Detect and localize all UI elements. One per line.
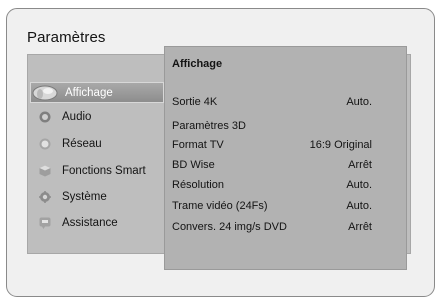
setting-label: Paramètres 3D [172, 120, 246, 132]
menu-item-label: Fonctions Smart [62, 165, 146, 177]
page-title: Paramètres [27, 29, 106, 46]
setting-label: Format TV [172, 139, 224, 151]
menu-item-systeme[interactable]: Système [33, 186, 163, 208]
setting-label: Sortie 4K [172, 96, 218, 108]
menu-item-label: Réseau [62, 138, 102, 150]
menu-item-audio[interactable]: Audio [33, 106, 163, 128]
setting-row-trame-video[interactable]: Trame vidéo (24Fs) Auto. [172, 197, 372, 215]
setting-row-convers-24-img[interactable]: Convers. 24 img/s DVD Arrêt [172, 218, 372, 236]
display-icon [31, 85, 59, 100]
menu-item-label: Affichage [65, 86, 113, 99]
setting-value: 16:9 Original [309, 139, 372, 151]
menu-item-label: Système [62, 191, 107, 203]
network-icon [38, 137, 52, 151]
menu-item-fonctions-smart[interactable]: Fonctions Smart [33, 160, 163, 182]
setting-label: Trame vidéo (24Fs) [172, 200, 268, 212]
setting-row-bd-wise[interactable]: BD Wise Arrêt [172, 156, 372, 174]
setting-label: Convers. 24 img/s DVD [172, 221, 287, 233]
menu-item-assistance[interactable]: Assistance [33, 212, 163, 234]
setting-label: BD Wise [172, 159, 215, 171]
setting-row-format-tv[interactable]: Format TV 16:9 Original [172, 136, 372, 154]
help-icon [38, 216, 52, 230]
setting-value: Auto. [346, 200, 372, 212]
smart-cube-icon [38, 164, 52, 178]
setting-row-sortie-4k[interactable]: Sortie 4K Auto. [172, 93, 372, 111]
menu-item-reseau[interactable]: Réseau [33, 133, 163, 155]
setting-row-resolution[interactable]: Résolution Auto. [172, 176, 372, 194]
setting-value: Auto. [346, 96, 372, 108]
menu-item-label: Audio [62, 111, 92, 123]
setting-value: Auto. [346, 179, 372, 191]
speaker-icon [38, 110, 52, 124]
menu-item-affichage[interactable]: Affichage [30, 82, 164, 103]
setting-value: Arrêt [348, 159, 372, 171]
submenu-title: Affichage [172, 58, 223, 70]
setting-value: Arrêt [348, 221, 372, 233]
menu-item-label: Assistance [62, 217, 118, 229]
gear-icon [38, 190, 52, 204]
setting-label: Résolution [172, 179, 224, 191]
setting-row-parametres-3d[interactable]: Paramètres 3D [172, 117, 372, 135]
